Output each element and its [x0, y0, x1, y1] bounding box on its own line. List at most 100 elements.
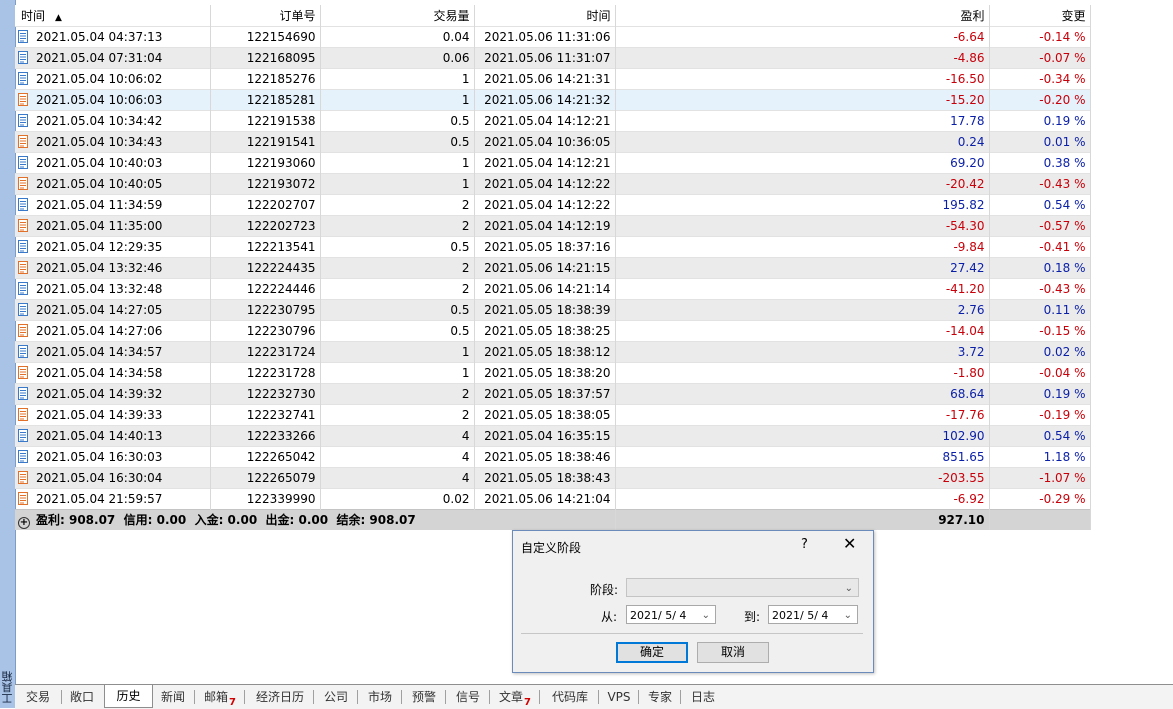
cell-time: 2021.05.04 21:59:57	[15, 488, 211, 510]
table-row[interactable]: 2021.05.04 10:06:03 122185281 1 2021.05.06 …	[15, 89, 1091, 111]
cell-time: 2021.05.04 14:27:06	[15, 320, 211, 342]
order-icon	[18, 387, 28, 400]
order-icon	[18, 135, 28, 148]
tab-14[interactable]: 日志	[682, 687, 724, 707]
tab-11[interactable]: 代码库	[542, 687, 598, 707]
help-icon[interactable]: ?	[801, 537, 808, 552]
cell-profit: -17.76	[615, 404, 990, 426]
tab-1[interactable]: 敞口	[62, 687, 102, 707]
cell-volume: 2	[320, 194, 475, 216]
table-row[interactable]: 2021.05.04 04:37:13 122154690 0.04 2021.05.…	[15, 26, 1091, 48]
table-row[interactable]: 2021.05.04 11:34:59 122202707 2 2021.05.04 …	[15, 194, 1091, 216]
table-row[interactable]: 2021.05.04 11:35:00 122202723 2 2021.05.04 …	[15, 215, 1091, 237]
table-row[interactable]: 2021.05.04 13:32:48 122224446 2 2021.05.06 …	[15, 278, 1091, 300]
summary-row[interactable]: + 盈利: 908.07 信用: 0.00 入金: 0.00 出金: 0.00 结…	[15, 509, 1091, 530]
column-header-order[interactable]: 订单号	[210, 5, 321, 27]
table-row[interactable]: 2021.05.04 10:34:42 122191538 0.5 2021.05.0…	[15, 110, 1091, 132]
tab-10[interactable]: 文章7	[491, 687, 539, 708]
table-row[interactable]: 2021.05.04 12:29:35 122213541 0.5 2021.05.0…	[15, 236, 1091, 258]
table-row[interactable]: 2021.05.04 10:40:03 122193060 1 2021.05.04 …	[15, 152, 1091, 174]
cell-profit: -6.64	[615, 26, 990, 48]
tab-6[interactable]: 公司	[315, 687, 357, 707]
column-header-change[interactable]: 变更	[989, 5, 1091, 27]
cell-order: 122154690	[210, 26, 321, 48]
expand-plus-icon[interactable]: +	[18, 517, 30, 529]
cell-time: 2021.05.04 14:34:57	[15, 341, 211, 363]
cell-order: 122224446	[210, 278, 321, 300]
cell-change: -0.43 %	[989, 173, 1091, 195]
table-row[interactable]: 2021.05.04 10:40:05 122193072 1 2021.05.04 …	[15, 173, 1091, 195]
table-row[interactable]: 2021.05.04 07:31:04 122168095 0.06 2021.05.…	[15, 47, 1091, 69]
table-row[interactable]: 2021.05.04 16:30:04 122265079 4 2021.05.05 …	[15, 467, 1091, 489]
table-row[interactable]: 2021.05.04 16:30:03 122265042 4 2021.05.05 …	[15, 446, 1091, 468]
order-icon	[18, 450, 28, 463]
table-row[interactable]: 2021.05.04 21:59:57 122339990 0.02 2021.05.…	[15, 488, 1091, 510]
summary-cell: + 盈利: 908.07 信用: 0.00 入金: 0.00 出金: 0.00 结…	[15, 509, 616, 530]
cell-time: 2021.05.04 14:39:32	[15, 383, 211, 405]
cancel-button[interactable]: 取消	[697, 642, 769, 663]
table-row[interactable]: 2021.05.04 10:06:02 122185276 1 2021.05.06 …	[15, 68, 1091, 90]
open-time: 2021.05.04 10:40:05	[36, 177, 163, 191]
tab-4[interactable]: 邮箱7	[196, 687, 244, 708]
tab-label: VPS	[607, 690, 631, 704]
history-table: 时间 ▲ 订单号 交易量 时间 盈利 变更 2021.05.04 04:37:13…	[15, 5, 1091, 530]
cell-order: 122202707	[210, 194, 321, 216]
table-row[interactable]: 2021.05.04 14:40:13 122233266 4 2021.05.04 …	[15, 425, 1091, 447]
tab-separator	[357, 690, 358, 704]
tab-8[interactable]: 预警	[403, 687, 445, 707]
table-row[interactable]: 2021.05.04 14:39:33 122232741 2 2021.05.05 …	[15, 404, 1091, 426]
open-time: 2021.05.04 07:31:04	[36, 51, 163, 65]
cell-close-time: 2021.05.05 18:38:39	[474, 299, 616, 321]
cell-volume: 0.5	[320, 131, 475, 153]
table-row[interactable]: 2021.05.04 14:34:57 122231724 1 2021.05.05 …	[15, 341, 1091, 363]
period-label: 阶段:	[590, 583, 619, 597]
tab-13[interactable]: 专家	[640, 687, 680, 707]
order-icon	[18, 282, 28, 295]
tab-label: 预警	[411, 690, 436, 704]
cell-order: 122202723	[210, 215, 321, 237]
tab-0[interactable]: 交易	[15, 687, 61, 707]
from-date-picker[interactable]: 2021/ 5/ 4 ⌄	[626, 605, 716, 624]
from-date-value: 2021/ 5/ 4	[630, 609, 687, 622]
period-select[interactable]: ⌄	[626, 578, 859, 597]
sort-ascending-icon: ▲	[55, 13, 62, 23]
to-date-picker[interactable]: 2021/ 5/ 4 ⌄	[768, 605, 858, 624]
column-header-profit[interactable]: 盈利	[615, 5, 990, 27]
cell-change: -0.41 %	[989, 236, 1091, 258]
table-row[interactable]: 2021.05.04 14:39:32 122232730 2 2021.05.05 …	[15, 383, 1091, 405]
table-row[interactable]: 2021.05.04 14:34:58 122231728 1 2021.05.05 …	[15, 362, 1091, 384]
open-time: 2021.05.04 14:39:32	[36, 387, 163, 401]
tab-5[interactable]: 经济日历	[247, 687, 313, 707]
close-icon[interactable]: ✕	[843, 536, 856, 552]
cell-order: 122265042	[210, 446, 321, 468]
chevron-down-icon: ⌄	[844, 583, 853, 594]
cell-order: 122193072	[210, 173, 321, 195]
toolbox-label[interactable]: 工具箱	[0, 671, 15, 704]
summary-text: 盈利: 908.07 信用: 0.00 入金: 0.00 出金: 0.00 结余…	[36, 513, 416, 527]
table-row[interactable]: 2021.05.04 14:27:05 122230795 0.5 2021.05.0…	[15, 299, 1091, 321]
table-row[interactable]: 2021.05.04 13:32:46 122224435 2 2021.05.06 …	[15, 257, 1091, 279]
table-row[interactable]: 2021.05.04 10:34:43 122191541 0.5 2021.05.0…	[15, 131, 1091, 153]
table-row[interactable]: 2021.05.04 14:27:06 122230796 0.5 2021.05.0…	[15, 320, 1091, 342]
order-icon	[18, 51, 28, 64]
cell-close-time: 2021.05.05 18:37:57	[474, 383, 616, 405]
tab-label: 专家	[647, 690, 672, 704]
tab-9[interactable]: 信号	[447, 687, 489, 707]
toolbox-strip[interactable]: 工具箱	[0, 0, 16, 708]
custom-period-dialog: 自定义阶段 ? ✕ 阶段: ⌄ 从: 2021/ 5/ 4 ⌄ 到: 2021/…	[512, 530, 874, 673]
tab-12[interactable]: VPS	[600, 687, 638, 707]
column-header-volume[interactable]: 交易量	[320, 5, 475, 27]
tab-separator	[194, 690, 195, 704]
column-header-time[interactable]: 时间 ▲	[15, 5, 211, 27]
cell-volume: 4	[320, 467, 475, 489]
cell-profit: -20.42	[615, 173, 990, 195]
column-header-close-time[interactable]: 时间	[474, 5, 616, 27]
ok-button[interactable]: 确定	[616, 642, 688, 663]
tab-7[interactable]: 市场	[359, 687, 401, 707]
tab-3[interactable]: 新闻	[152, 687, 194, 707]
from-label: 从:	[601, 610, 618, 624]
cell-time: 2021.05.04 13:32:48	[15, 278, 211, 300]
order-icon	[18, 261, 28, 274]
tab-2[interactable]: 历史	[104, 685, 153, 708]
tab-badge: 7	[229, 697, 236, 708]
